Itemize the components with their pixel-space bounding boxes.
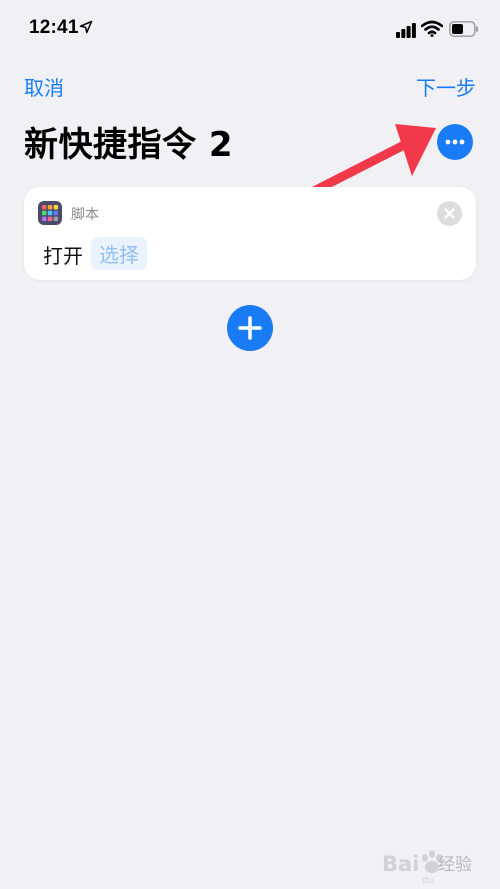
- location-arrow-icon: [79, 20, 93, 34]
- action-verb: 打开: [43, 244, 83, 268]
- page-title: 新快捷指令 2: [24, 125, 233, 165]
- close-icon: [444, 208, 455, 219]
- action-app-name: 脚本: [71, 207, 99, 223]
- plus-icon: [238, 316, 262, 340]
- cancel-button[interactable]: 取消: [24, 72, 64, 101]
- baidu-watermark-logo: Bai du: [382, 850, 442, 886]
- add-action-button[interactable]: [227, 305, 273, 351]
- action-parameter-select[interactable]: 选择: [91, 237, 147, 270]
- more-options-button[interactable]: [437, 124, 473, 160]
- remove-action-button[interactable]: [437, 201, 462, 226]
- svg-text:Bai: Bai: [382, 852, 419, 876]
- action-card[interactable]: 脚本 打开 选择: [24, 187, 476, 280]
- ellipsis-icon: [445, 139, 465, 145]
- status-bar: 12:41: [0, 0, 500, 60]
- status-time: 12:41: [29, 17, 79, 38]
- next-button[interactable]: 下一步: [416, 72, 476, 101]
- wifi-icon: [421, 20, 443, 37]
- watermark-text: 经验: [438, 855, 472, 875]
- scripting-app-icon: [38, 201, 62, 225]
- svg-text:du: du: [422, 876, 433, 886]
- battery-icon: [449, 21, 478, 37]
- signal-icon: [396, 23, 416, 38]
